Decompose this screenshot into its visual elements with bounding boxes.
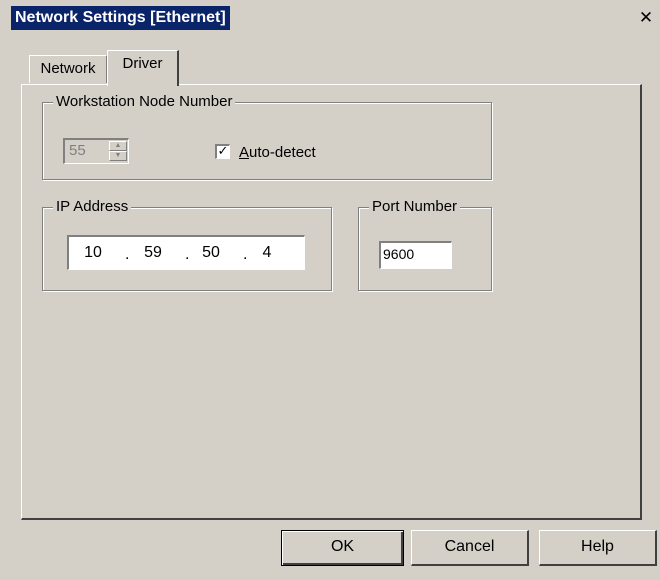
port-number-field[interactable]: 9600 <box>379 241 452 269</box>
ip-address-group: IP Address 10 . 59 . 50 . 4 <box>42 197 332 291</box>
ip-address-field[interactable]: 10 . 59 . 50 . 4 <box>67 235 305 270</box>
port-number-legend: Port Number <box>369 197 461 217</box>
tab-network[interactable]: Network <box>29 55 107 83</box>
close-icon[interactable]: ✕ <box>636 8 656 28</box>
ok-button[interactable]: OK <box>281 530 404 566</box>
tab-driver[interactable]: Driver <box>107 50 179 86</box>
tab-network-label: Network <box>40 60 96 77</box>
ip-octet-4[interactable]: 4 <box>247 243 287 263</box>
ip-dot-2: . <box>185 246 190 263</box>
node-number-value: 55 <box>69 142 86 159</box>
cancel-button[interactable]: Cancel <box>411 530 529 566</box>
spin-down-icon[interactable]: ▼ <box>109 151 127 161</box>
auto-detect-label: Auto-detect <box>239 143 316 163</box>
tab-driver-label: Driver <box>122 55 163 72</box>
ip-octet-1[interactable]: 10 <box>73 243 113 263</box>
node-number-spin-buttons: ▲ ▼ <box>109 141 127 162</box>
network-settings-dialog: Network Settings [Ethernet] ✕ Network Dr… <box>0 0 660 580</box>
help-button[interactable]: Help <box>539 530 657 566</box>
auto-detect-label-accel: A <box>239 144 250 161</box>
ip-address-legend: IP Address <box>53 197 132 217</box>
auto-detect-label-rest: uto-detect <box>249 144 316 161</box>
workstation-node-group: Workstation Node Number 55 ▲ ▼ ✓ Auto-de… <box>42 92 492 180</box>
window-title: Network Settings [Ethernet] <box>11 6 230 30</box>
auto-detect-checkbox[interactable]: ✓ <box>215 144 230 159</box>
workstation-node-legend: Workstation Node Number <box>53 92 236 112</box>
ip-octet-3[interactable]: 50 <box>191 243 231 263</box>
ip-octet-2[interactable]: 59 <box>133 243 173 263</box>
port-number-group: Port Number 9600 <box>358 197 492 291</box>
node-number-spinner[interactable]: 55 ▲ ▼ <box>63 138 129 164</box>
spin-up-icon[interactable]: ▲ <box>109 141 127 151</box>
ip-dot-1: . <box>125 246 130 263</box>
title-bar: Network Settings [Ethernet] ✕ <box>0 0 660 34</box>
